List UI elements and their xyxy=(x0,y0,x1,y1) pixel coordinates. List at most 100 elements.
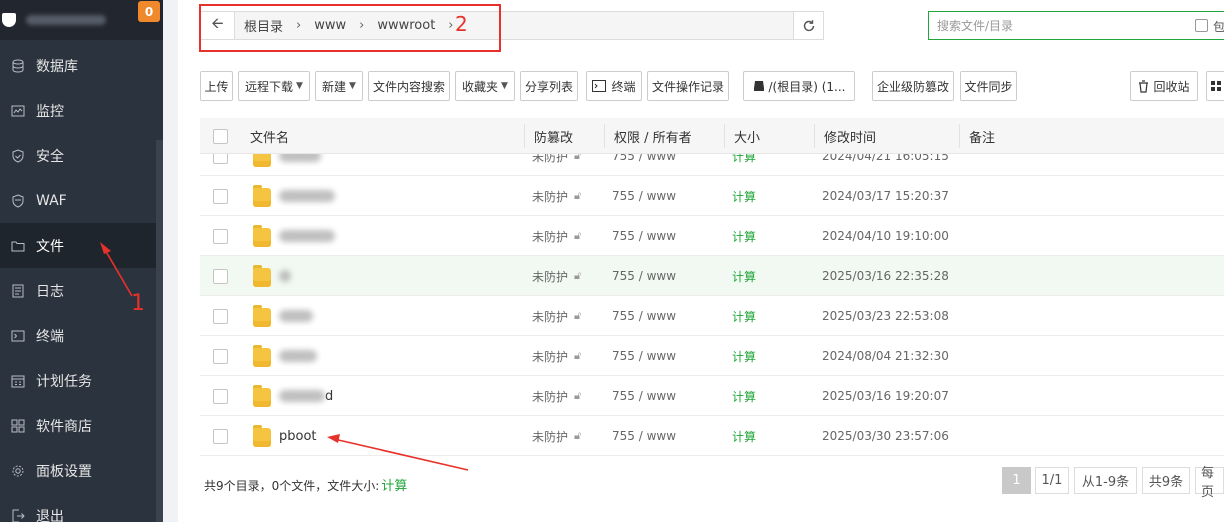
terminal-button[interactable]: 终端 xyxy=(586,71,642,101)
search-subdir-checkbox[interactable] xyxy=(1195,19,1208,32)
table-row[interactable]: 未防护 🔓︎ 755 / www 计算 2025/03/23 22:53:08 xyxy=(200,296,1224,336)
perm-cell[interactable]: 755 / www xyxy=(612,336,676,376)
sidebar-item-8[interactable]: 软件商店 xyxy=(0,403,163,448)
perm-cell[interactable]: 755 / www xyxy=(612,154,676,176)
table-row[interactable]: 未防护 🔓︎ 755 / www 计算 2024/04/10 19:10:00 xyxy=(200,216,1224,256)
perm-cell[interactable]: 755 / www xyxy=(612,176,676,216)
unlock-icon[interactable]: 🔓︎ xyxy=(574,229,581,243)
new-button[interactable]: 新建 ▼ xyxy=(315,71,363,101)
table-row[interactable]: 未防护 🔓︎ 755 / www 计算 2024/08/04 21:32:30 xyxy=(200,336,1224,376)
perm-owner[interactable]: 755 / www xyxy=(612,269,676,283)
row-checkbox[interactable] xyxy=(213,154,228,164)
crumb-www[interactable]: www xyxy=(314,18,346,33)
perm-owner[interactable]: 755 / www xyxy=(612,189,676,203)
sidebar-scrollbar[interactable] xyxy=(156,140,163,522)
sidebar-item-0[interactable]: 数据库 xyxy=(0,43,163,88)
op-log-button[interactable]: 文件操作记录 xyxy=(647,71,729,101)
perm-owner[interactable]: 755 / www xyxy=(612,429,676,443)
name-cell[interactable] xyxy=(279,154,321,176)
sidebar-item-1[interactable]: 监控 xyxy=(0,88,163,133)
table-row[interactable]: 未防护 🔓︎ 755 / www 计算 2024/03/17 15:20:37 xyxy=(200,176,1224,216)
calc-size-link[interactable]: 计算 xyxy=(732,228,756,245)
file-name[interactable]: d xyxy=(325,389,333,404)
disk-button[interactable]: /(根目录) (1... xyxy=(743,71,855,101)
sidebar-item-2[interactable]: 安全 xyxy=(0,133,163,178)
favorites-button[interactable]: 收藏夹 ▼ xyxy=(455,71,515,101)
name-cell[interactable]: d xyxy=(279,376,333,416)
calc-size-link[interactable]: 计算 xyxy=(732,348,756,365)
unlock-icon[interactable]: 🔓︎ xyxy=(574,309,581,323)
refresh-button[interactable] xyxy=(793,12,823,39)
row-checkbox[interactable] xyxy=(213,348,228,364)
perm-owner[interactable]: 755 / www xyxy=(612,389,676,403)
calc-size-link[interactable]: 计算 xyxy=(732,268,756,285)
select-all-checkbox[interactable] xyxy=(213,128,228,144)
upload-button[interactable]: 上传 xyxy=(200,71,233,101)
search-field[interactable]: 搜索文件/目录 包 xyxy=(928,11,1224,40)
unlock-icon[interactable]: 🔓︎ xyxy=(574,269,581,283)
name-cell[interactable]: pboot xyxy=(279,416,317,456)
tamper-button[interactable]: 企业级防篡改 xyxy=(872,71,954,101)
unlock-icon[interactable]: 🔓︎ xyxy=(574,349,581,363)
col-name[interactable]: 文件名 xyxy=(250,118,289,154)
row-checkbox[interactable] xyxy=(213,268,228,284)
size-cell[interactable]: 计算 xyxy=(732,176,756,216)
table-row[interactable]: 未防护 🔓︎ 755 / www 计算 2024/04/21 16:05:15 xyxy=(200,154,1224,176)
perm-cell[interactable]: 755 / www xyxy=(612,256,676,296)
col-mtime[interactable]: 修改时间 xyxy=(824,118,876,154)
unlock-icon[interactable]: 🔓︎ xyxy=(574,389,581,403)
file-sync-button[interactable]: 文件同步 xyxy=(960,71,1017,101)
name-cell[interactable] xyxy=(279,216,335,256)
content-search-button[interactable]: 文件内容搜索 xyxy=(368,71,450,101)
col-remark[interactable]: 备注 xyxy=(969,118,995,154)
size-cell[interactable]: 计算 xyxy=(732,376,756,416)
perm-cell[interactable]: 755 / www xyxy=(612,216,676,256)
perm-cell[interactable]: 755 / www xyxy=(612,416,676,456)
unlock-icon[interactable]: 🔓︎ xyxy=(574,189,581,203)
name-cell[interactable] xyxy=(279,176,335,216)
calc-size-link[interactable]: 计算 xyxy=(732,428,756,445)
name-cell[interactable] xyxy=(279,296,313,336)
perm-owner[interactable]: 755 / www xyxy=(612,349,676,363)
perm-cell[interactable]: 755 / www xyxy=(612,296,676,336)
sidebar-item-10[interactable]: 退出 xyxy=(0,493,163,522)
perm-cell[interactable]: 755 / www xyxy=(612,376,676,416)
perm-owner[interactable]: 755 / www xyxy=(612,154,676,163)
unlock-icon[interactable]: 🔓︎ xyxy=(574,154,581,163)
row-checkbox[interactable] xyxy=(213,188,228,204)
row-checkbox[interactable] xyxy=(213,228,228,244)
sidebar-item-6[interactable]: 终端 xyxy=(0,313,163,358)
col-size[interactable]: 大小 xyxy=(734,118,760,154)
unlock-icon[interactable]: 🔓︎ xyxy=(574,429,581,443)
recycle-bin-button[interactable]: 回收站 xyxy=(1130,71,1198,101)
share-list-button[interactable]: 分享列表 xyxy=(520,71,578,101)
perm-owner[interactable]: 755 / www xyxy=(612,309,676,323)
summary-size-link[interactable]: 计算 xyxy=(381,479,407,494)
crumb-root[interactable]: 根目录 xyxy=(244,16,283,35)
calc-size-link[interactable]: 计算 xyxy=(732,188,756,205)
table-row[interactable]: pboot 未防护 🔓︎ 755 / www 计算 2025/03/30 23:57:06 xyxy=(200,416,1224,456)
col-protect[interactable]: 防篡改 xyxy=(534,118,573,154)
view-toggle-button[interactable] xyxy=(1206,71,1224,101)
col-perm[interactable]: 权限 / 所有者 xyxy=(614,118,692,154)
sidebar-item-7[interactable]: 计划任务 xyxy=(0,358,163,403)
per-page-select[interactable]: 每页 xyxy=(1195,466,1224,500)
notification-badge[interactable]: 0 xyxy=(138,1,160,22)
size-cell[interactable]: 计算 xyxy=(732,256,756,296)
table-row[interactable]: d 未防护 🔓︎ 755 / www 计算 2025/03/16 19:20:07 xyxy=(200,376,1224,416)
back-button[interactable]: 🡨 xyxy=(201,12,235,39)
calc-size-link[interactable]: 计算 xyxy=(732,308,756,325)
calc-size-link[interactable]: 计算 xyxy=(732,154,756,165)
sidebar-item-3[interactable]: WAF xyxy=(0,178,163,223)
row-checkbox[interactable] xyxy=(213,308,228,324)
table-row[interactable]: 未防护 🔓︎ 755 / www 计算 2025/03/16 22:35:28 xyxy=(200,256,1224,296)
crumb-wwwroot[interactable]: wwwroot xyxy=(377,18,435,33)
row-checkbox[interactable] xyxy=(213,428,228,444)
page-current[interactable]: 1 xyxy=(1002,467,1031,494)
remote-download-button[interactable]: 远程下载 ▼ xyxy=(238,71,310,101)
perm-owner[interactable]: 755 / www xyxy=(612,229,676,243)
name-cell[interactable] xyxy=(279,256,291,296)
size-cell[interactable]: 计算 xyxy=(732,336,756,376)
size-cell[interactable]: 计算 xyxy=(732,416,756,456)
calc-size-link[interactable]: 计算 xyxy=(732,388,756,405)
